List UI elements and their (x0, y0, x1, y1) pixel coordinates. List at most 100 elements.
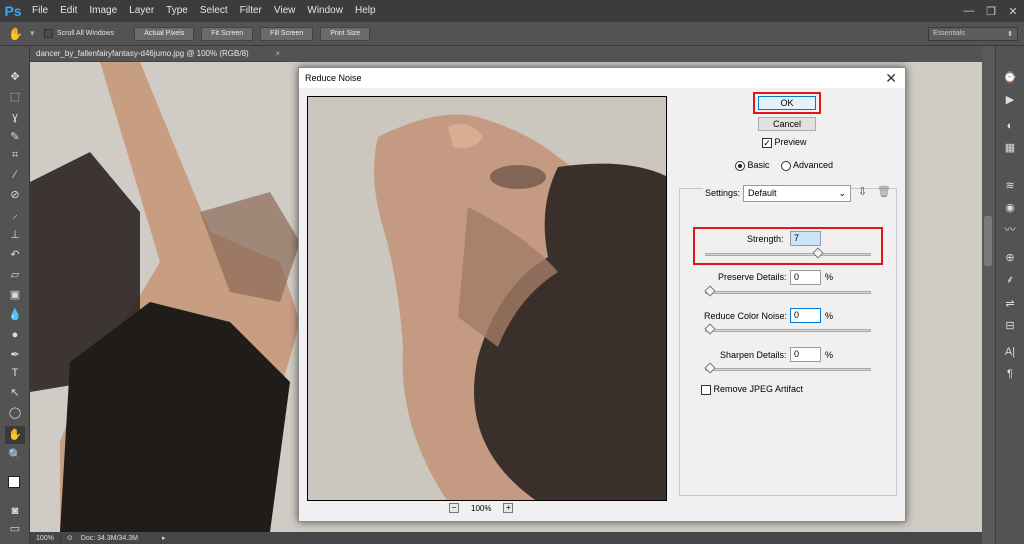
options-bar: ✋ ▾ Scroll All Windows Actual Pixels Fit… (0, 22, 1024, 46)
foreground-color-swatch[interactable] (8, 476, 20, 488)
character-icon[interactable]: A| (1000, 344, 1020, 360)
quick-select-tool-icon[interactable]: ✎ (5, 128, 25, 146)
tool-preset-dropdown-icon[interactable]: ▾ (30, 28, 44, 39)
basic-radio-indicator[interactable] (735, 160, 745, 171)
menu-edit[interactable]: Edit (54, 0, 83, 22)
zoom-out-button[interactable]: − (449, 503, 459, 513)
screen-mode-icon[interactable]: ▭ (5, 520, 25, 538)
history-brush-tool-icon[interactable]: ↶ (5, 246, 25, 264)
actual-pixels-button[interactable]: Actual Pixels (134, 26, 195, 41)
preview-toggle[interactable]: ✓ Preview (762, 137, 807, 148)
move-tool-icon[interactable]: ✥ (5, 68, 25, 86)
quick-mask-icon[interactable]: ◙ (5, 502, 25, 520)
type-tool-icon[interactable]: T (5, 364, 25, 382)
scrollbar-thumb[interactable] (984, 216, 992, 266)
advanced-radio[interactable]: Advanced (781, 160, 833, 171)
channels-icon[interactable]: ◉ (1000, 200, 1020, 216)
adjustments-icon[interactable]: ⊕ (1000, 250, 1020, 266)
color-icon[interactable]: ◐ (1000, 118, 1020, 134)
scroll-all-checkbox[interactable] (44, 29, 53, 38)
settings-value: Default (748, 188, 777, 198)
dialog-title-bar[interactable]: Reduce Noise ✕ (299, 68, 905, 88)
path-select-tool-icon[interactable]: ↖ (5, 384, 25, 402)
lasso-tool-icon[interactable]: ɣ (5, 108, 25, 126)
dialog-title: Reduce Noise (305, 73, 362, 83)
brush-tool-icon[interactable]: ⸝ (5, 206, 25, 224)
shape-tool-icon[interactable]: ◯ (5, 404, 25, 422)
layers-icon[interactable]: ≋ (1000, 178, 1020, 194)
preserve-details-slider-track[interactable] (704, 285, 871, 297)
sharpen-details-slider-track[interactable] (704, 362, 871, 374)
swatches-icon[interactable]: ▦ (1000, 140, 1020, 156)
actions-icon[interactable]: ▶ (1000, 92, 1020, 108)
eyedropper-tool-icon[interactable]: ⁄ (5, 166, 25, 184)
preserve-details-input[interactable]: 0 (790, 270, 821, 285)
reduce-color-noise-input[interactable]: 0 (790, 308, 821, 323)
fill-screen-button[interactable]: Fill Screen (260, 26, 314, 41)
tools-panel: ✥ ⬚ ɣ ✎ ⌗ ⁄ ⊘ ⸝ ⊥ ↶ ▱ ▣ 💧 ● ✒ T ↖ ◯ ✋ 🔍 … (0, 46, 30, 544)
menu-layer[interactable]: Layer (123, 0, 160, 22)
status-arrow-icon[interactable]: ▸ (162, 534, 166, 542)
close-window-button[interactable]: ✕ (1002, 5, 1024, 18)
reduce-color-noise-unit: % (825, 311, 834, 321)
advanced-radio-indicator[interactable] (781, 160, 791, 171)
chevron-down-icon: ⬍ (1007, 30, 1013, 38)
preview-zoom-value: 100% (471, 503, 492, 513)
sharpen-details-input[interactable]: 0 (790, 347, 821, 362)
zoom-tool-icon[interactable]: 🔍 (5, 446, 25, 464)
filter-preview[interactable] (307, 96, 667, 501)
clone-stamp-tool-icon[interactable]: ⊥ (5, 226, 25, 244)
crop-tool-icon[interactable]: ⌗ (5, 146, 25, 164)
zoom-level[interactable]: 100% (30, 534, 61, 542)
strength-slider-track[interactable] (705, 247, 871, 259)
menu-file[interactable]: File (26, 0, 54, 22)
fit-screen-button[interactable]: Fit Screen (201, 26, 254, 41)
preview-checkbox[interactable]: ✓ (762, 137, 772, 148)
menu-help[interactable]: Help (349, 0, 382, 22)
clone-source-icon[interactable]: ⊟ (1000, 318, 1020, 334)
brush-panel-icon[interactable]: ⇌ (1000, 296, 1020, 312)
menu-view[interactable]: View (268, 0, 302, 22)
basic-label: Basic (747, 160, 770, 170)
remove-jpeg-checkbox[interactable] (701, 384, 711, 395)
save-settings-icon[interactable]: ⇩ (858, 185, 867, 198)
gradient-tool-icon[interactable]: ▣ (5, 286, 25, 304)
paths-icon[interactable]: 〰 (1000, 222, 1020, 238)
settings-dropdown[interactable]: Default ⌄ (743, 185, 851, 202)
basic-radio[interactable]: Basic (735, 160, 770, 171)
menu-select[interactable]: Select (194, 0, 234, 22)
blur-tool-icon[interactable]: 💧 (5, 306, 25, 324)
sharpen-details-label: Sharpen Details: (720, 350, 787, 360)
scrollbar-vertical[interactable] (982, 46, 996, 544)
doc-size: Doc: 34.3M/34.3M (80, 534, 138, 542)
menu-filter[interactable]: Filter (234, 0, 268, 22)
eraser-tool-icon[interactable]: ▱ (5, 266, 25, 284)
remove-jpeg-toggle[interactable]: Remove JPEG Artifact (701, 384, 803, 395)
close-icon[interactable]: ✕ (885, 70, 897, 87)
zoom-in-button[interactable]: + (503, 503, 514, 513)
pen-tool-icon[interactable]: ✒ (5, 346, 25, 364)
print-size-button[interactable]: Print Size (320, 26, 371, 41)
hand-tool-icon[interactable]: ✋ (5, 426, 25, 444)
trash-icon[interactable]: 🗑 (877, 185, 891, 198)
menu-image[interactable]: Image (83, 0, 123, 22)
strength-input[interactable]: 7 (790, 231, 821, 246)
dodge-tool-icon[interactable]: ● (5, 326, 25, 344)
restore-button[interactable]: ❐ (980, 5, 1002, 18)
marquee-tool-icon[interactable]: ⬚ (5, 88, 25, 106)
close-tab-icon[interactable]: × (275, 49, 280, 58)
ok-button[interactable]: OK (758, 96, 816, 110)
history-icon[interactable]: ⌚ (1000, 70, 1020, 86)
healing-brush-tool-icon[interactable]: ⊘ (5, 186, 25, 204)
share-icon[interactable]: ⊙ (67, 534, 73, 542)
paragraph-icon[interactable]: ¶ (1000, 366, 1020, 382)
minimize-button[interactable]: — (958, 5, 980, 17)
menu-type[interactable]: Type (160, 0, 194, 22)
brush-presets-icon[interactable]: ⸙ (1000, 272, 1020, 288)
document-tab[interactable]: dancer_by_fallenfairyfantasy-d46jumo.jpg… (30, 46, 286, 62)
workspace-dropdown[interactable]: Essentials ⬍ (928, 26, 1018, 41)
reduce-color-noise-slider-track[interactable] (704, 323, 871, 335)
menu-window[interactable]: Window (301, 0, 349, 22)
hand-tool-icon: ✋ (8, 26, 23, 41)
cancel-button[interactable]: Cancel (758, 117, 816, 131)
